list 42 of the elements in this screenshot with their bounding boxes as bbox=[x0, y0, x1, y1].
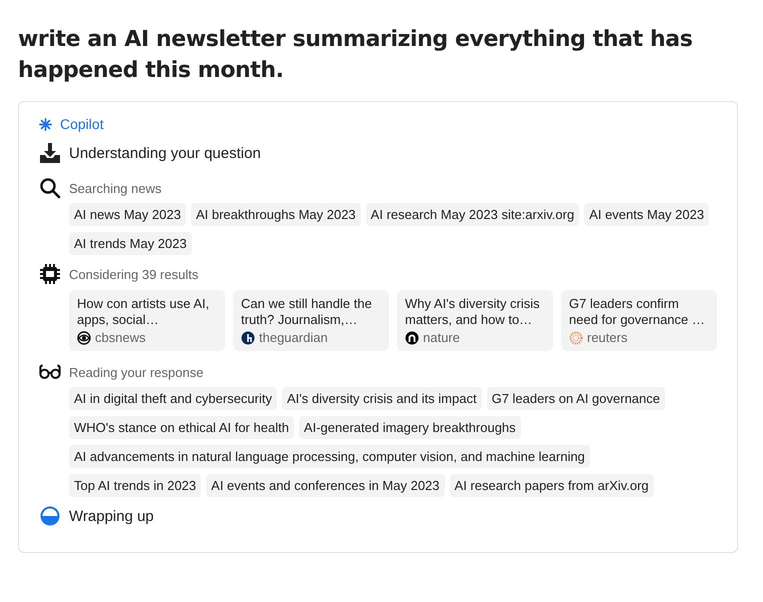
query-chip[interactable]: AI research papers from arXiv.org bbox=[450, 474, 654, 497]
query-chip[interactable]: G7 leaders on AI governance bbox=[486, 387, 665, 410]
query-chip[interactable]: AI in digital theft and cybersecurity bbox=[69, 387, 277, 410]
step-label: Reading your response bbox=[69, 364, 204, 380]
source-name: theguardian bbox=[259, 330, 328, 345]
query-chip[interactable]: AI-generated imagery breakthroughs bbox=[298, 416, 521, 439]
chip-icon bbox=[39, 263, 61, 285]
result-card[interactable]: G7 leaders confirm need for governance … reuters bbox=[561, 290, 717, 351]
step-title: Wrapping up bbox=[69, 508, 154, 524]
eye-icon bbox=[77, 330, 91, 344]
source-name: nature bbox=[423, 330, 460, 345]
query-chip[interactable]: AI advancements in natural language processing, computer vision, and machine learning bbox=[69, 445, 590, 468]
result-title: Why AI's diversity crisis matters, and how to… bbox=[405, 296, 541, 328]
query-chip[interactable]: AI events May 2023 bbox=[584, 203, 710, 226]
result-title: G7 leaders confirm need for governance … bbox=[569, 296, 706, 328]
circle-logo-icon bbox=[241, 330, 255, 344]
result-title: Can we still handle the truth? Journalism,… bbox=[241, 296, 373, 328]
query-chip[interactable]: AI's diversity crisis and its impact bbox=[282, 387, 482, 410]
query-chip[interactable]: AI news May 2023 bbox=[69, 203, 186, 226]
query-chip[interactable]: WHO's stance on ethical AI for health bbox=[69, 416, 294, 439]
result-card[interactable]: Can we still handle the truth? Journalism,… theguardian bbox=[233, 290, 389, 351]
query-chip[interactable]: AI trends May 2023 bbox=[69, 232, 192, 255]
query-chip[interactable]: AI events and conferences in May 2023 bbox=[206, 474, 445, 497]
circle-logo-icon bbox=[405, 330, 419, 344]
result-card[interactable]: Why AI's diversity crisis matters, and how to… nature bbox=[397, 290, 553, 351]
source-name: cbsnews bbox=[95, 330, 146, 345]
step-title: Understanding your question bbox=[69, 144, 261, 162]
prompt-heading: write an AI newsletter summarizing everything that has happened this month. bbox=[18, 26, 694, 85]
query-chip[interactable]: Top AI trends in 2023 bbox=[69, 474, 202, 497]
query-chip[interactable]: AI research May 2023 site:arxiv.org bbox=[366, 203, 580, 226]
query-chip[interactable]: AI breakthroughs May 2023 bbox=[190, 203, 361, 226]
dotted-circle-icon bbox=[569, 330, 583, 344]
download-tray-icon bbox=[39, 142, 61, 164]
search-icon bbox=[39, 177, 61, 199]
result-title: How con artists use AI, apps, social… bbox=[77, 296, 210, 328]
step-label: Searching news bbox=[69, 180, 162, 196]
step-label: Considering 39 results bbox=[69, 266, 198, 282]
asterisk-icon bbox=[39, 118, 52, 130]
source-name: reuters bbox=[587, 330, 628, 345]
assistant-name: Copilot bbox=[60, 116, 104, 132]
result-card[interactable]: How con artists use AI, apps, social… cbsnews bbox=[69, 290, 225, 351]
progress-circle-icon bbox=[39, 505, 61, 527]
